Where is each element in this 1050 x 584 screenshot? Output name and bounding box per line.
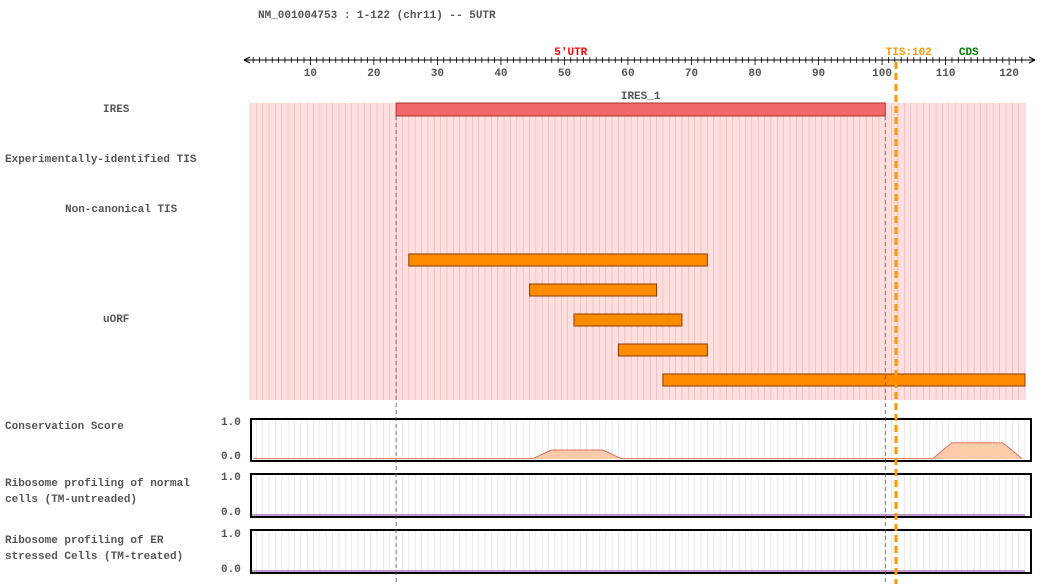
ruler-tick-label: 20 <box>367 68 380 80</box>
ruler-tick-label: 40 <box>494 68 507 80</box>
ruler-tick-label: 10 <box>304 68 317 80</box>
cds-region-label: CDS <box>959 47 979 59</box>
uorf-feature-bar <box>617 343 708 357</box>
uorf-feature-bar <box>662 373 1026 387</box>
genome-browser-canvas: 5'UTR TIS:102 CDS 10 20 30 40 50 60 70 80 90 100 1… <box>243 47 1036 584</box>
ruler-tick-label: 60 <box>621 68 634 80</box>
uorf-feature-bar <box>529 283 658 297</box>
ribo-normal-plot <box>249 473 1032 518</box>
ruler-tick-label: 90 <box>812 68 825 80</box>
plot-frame <box>250 473 1032 518</box>
tis-label: TIS:102 <box>886 47 932 59</box>
ruler-tick-label: 110 <box>936 68 956 80</box>
uorf-feature-bar <box>573 313 683 327</box>
ruler-tick-label: 70 <box>685 68 698 80</box>
ruler-tick-label: 30 <box>431 68 444 80</box>
ruler-tick-label: 50 <box>558 68 571 80</box>
plot-layer <box>249 418 1032 574</box>
ruler-tick-label: 80 <box>748 68 761 80</box>
ires-feature-bar <box>395 102 886 117</box>
uorf-feature-bar <box>408 253 708 267</box>
ruler-tick-label: 100 <box>872 68 892 80</box>
position-ruler: 5'UTR TIS:102 CDS 10 20 30 40 50 60 70 80 90 100 1… <box>243 47 1036 80</box>
ires-feature-label: IRES_1 <box>621 91 661 103</box>
plot-frame <box>250 418 1032 462</box>
ribo-er-plot <box>249 529 1032 574</box>
conservation-plot <box>249 418 1032 462</box>
plot-frame <box>250 529 1032 574</box>
ruler-tick-label: 120 <box>999 68 1019 80</box>
